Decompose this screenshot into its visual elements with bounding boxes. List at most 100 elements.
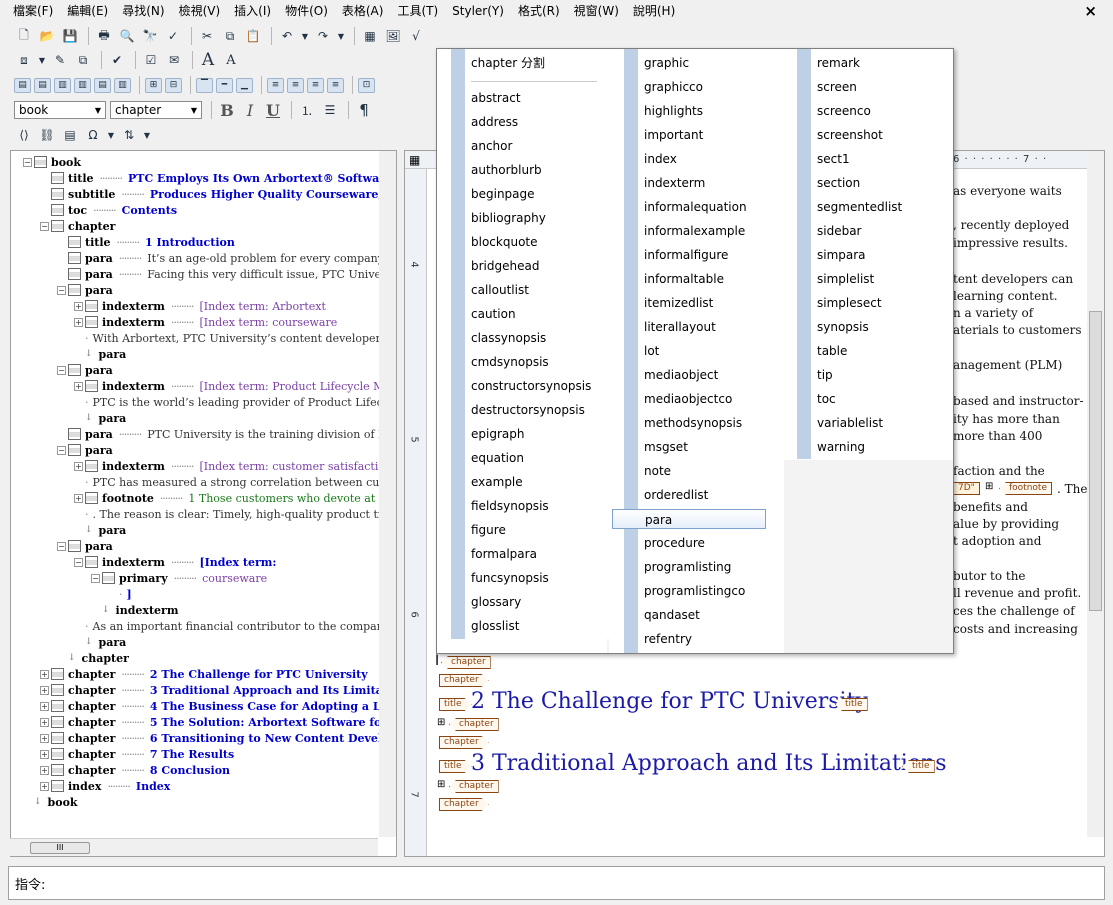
tree-row[interactable]: + indexterm ········· [Index term: Arbortex… bbox=[74, 298, 326, 314]
scroll-thumb[interactable]: III bbox=[30, 842, 90, 854]
expand-toggle-icon[interactable]: + bbox=[40, 781, 49, 791]
popup-item[interactable]: remark bbox=[817, 53, 860, 73]
menu-item[interactable]: 插入(I) bbox=[227, 1, 278, 21]
editor-vertical-scrollbar[interactable] bbox=[1087, 151, 1104, 837]
popup-item[interactable]: simpara bbox=[817, 245, 866, 265]
align-center-icon[interactable]: ≡ bbox=[287, 77, 304, 93]
table-delete-row-icon[interactable]: ▤ bbox=[94, 77, 111, 93]
popup-item[interactable]: highlights bbox=[644, 101, 703, 121]
tree-row[interactable]: ↓ para bbox=[74, 522, 132, 538]
popup-item[interactable]: abstract bbox=[471, 88, 521, 108]
check-icon[interactable]: ☑ bbox=[141, 50, 161, 70]
popup-item[interactable]: informalexample bbox=[644, 221, 745, 241]
paste-icon[interactable]: 📋 bbox=[243, 26, 263, 46]
table-insert-row-below-icon[interactable]: ▤ bbox=[34, 77, 51, 93]
valign-middle-icon[interactable]: ━ bbox=[216, 77, 233, 93]
popup-item[interactable]: formalpara bbox=[471, 544, 537, 564]
tree-row[interactable]: − chapter bbox=[40, 218, 121, 234]
scroll-thumb[interactable] bbox=[1089, 311, 1102, 611]
popup-item[interactable]: address bbox=[471, 112, 518, 132]
popup-item[interactable]: refentry bbox=[644, 629, 692, 649]
tree-row[interactable]: + chapter ········· 6 Transitioning to New … bbox=[40, 730, 396, 746]
popup-item[interactable]: cmdsynopsis bbox=[471, 352, 549, 372]
pilcrow-button[interactable]: ¶ bbox=[354, 100, 374, 120]
tree-row[interactable]: + indexterm ········· [Index term: customer… bbox=[74, 458, 392, 474]
cut-icon[interactable]: ✂ bbox=[197, 26, 217, 46]
font-smaller-icon[interactable]: A bbox=[221, 50, 241, 70]
popup-item[interactable]: methodsynopsis bbox=[644, 413, 742, 433]
font-bigger-icon[interactable]: A bbox=[198, 50, 218, 70]
collapse-toggle-icon[interactable]: − bbox=[23, 157, 32, 167]
expand-toggle-icon[interactable]: + bbox=[74, 317, 83, 327]
save-icon[interactable]: 💾 bbox=[60, 26, 80, 46]
popup-item[interactable]: warning bbox=[817, 437, 865, 457]
expand-toggle-icon[interactable]: ⊞ bbox=[437, 717, 445, 728]
undo-icon[interactable]: ↶ bbox=[277, 26, 297, 46]
tree-row[interactable]: − indexterm ········· [Index term: bbox=[74, 554, 276, 570]
tree-row[interactable]: ↓ indexterm bbox=[91, 602, 185, 618]
new-document-icon[interactable]: 🗋 bbox=[14, 26, 34, 46]
markup-dropdown-icon[interactable]: ▼ bbox=[37, 50, 47, 70]
tree-row[interactable]: − para bbox=[57, 362, 119, 378]
tree-row[interactable]: ↓ book bbox=[23, 794, 84, 810]
popup-item[interactable]: example bbox=[471, 472, 523, 492]
table-icon[interactable]: ▦ bbox=[360, 26, 380, 46]
popup-item[interactable]: note bbox=[644, 461, 671, 481]
numbered-list-icon[interactable]: ⒈ bbox=[297, 100, 317, 120]
popup-item[interactable]: authorblurb bbox=[471, 160, 542, 180]
popup-item[interactable]: lot bbox=[644, 341, 659, 361]
special-char-dropdown-icon[interactable]: ▼ bbox=[106, 125, 116, 145]
menu-item[interactable]: 說明(H) bbox=[626, 1, 682, 21]
popup-item[interactable]: msgset bbox=[644, 437, 688, 457]
menu-item[interactable]: 表格(A) bbox=[335, 1, 391, 21]
popup-item[interactable]: blockquote bbox=[471, 232, 538, 252]
tree-row[interactable]: + chapter ········· 8 Conclusion bbox=[40, 762, 230, 778]
table-delete-col-icon[interactable]: ▥ bbox=[114, 77, 131, 93]
align-left-icon[interactable]: ≡ bbox=[267, 77, 284, 93]
popup-item[interactable]: beginpage bbox=[471, 184, 535, 204]
popup-item[interactable]: informalfigure bbox=[644, 245, 728, 265]
popup-item[interactable]: graphicco bbox=[644, 77, 703, 97]
popup-item[interactable]: screen bbox=[817, 77, 857, 97]
tree-row[interactable]: ↓ para bbox=[74, 634, 132, 650]
menu-item[interactable]: 檢視(V) bbox=[172, 1, 228, 21]
popup-item[interactable]: programlistingco bbox=[644, 581, 745, 601]
tree-row[interactable]: ·. The reason is clear: Timely, high-qua… bbox=[74, 506, 396, 522]
tree-row[interactable]: − para bbox=[57, 282, 119, 298]
popup-item[interactable]: table bbox=[817, 341, 847, 361]
expand-toggle-icon[interactable]: + bbox=[40, 749, 49, 759]
popup-item[interactable]: screenshot bbox=[817, 125, 883, 145]
tree-row[interactable]: ·] bbox=[108, 586, 132, 602]
popup-item[interactable]: orderedlist bbox=[644, 485, 708, 505]
popup-item[interactable]: para bbox=[612, 509, 766, 529]
expand-toggle-icon[interactable]: + bbox=[40, 701, 49, 711]
popup-item[interactable]: sect1 bbox=[817, 149, 850, 169]
bold-button[interactable]: B bbox=[217, 100, 237, 120]
popup-item[interactable]: procedure bbox=[644, 533, 705, 553]
entity-icon[interactable]: ▤ bbox=[60, 125, 80, 145]
print-icon[interactable]: 🖶 bbox=[94, 26, 114, 46]
collapse-toggle-icon[interactable]: − bbox=[57, 365, 66, 375]
tree-row[interactable]: toc ········· Contents bbox=[40, 202, 177, 218]
xref-icon[interactable]: ⟨⟩ bbox=[14, 125, 34, 145]
popup-item[interactable]: mediaobjectco bbox=[644, 389, 732, 409]
tree-row[interactable]: + footnote ········· 1 Those customers who … bbox=[74, 490, 396, 506]
bulleted-list-icon[interactable]: ☰ bbox=[320, 100, 340, 120]
tree-row[interactable]: title ········· 1 Introduction bbox=[57, 234, 235, 250]
tree-row[interactable]: − book bbox=[23, 154, 87, 170]
table-insert-col-right-icon[interactable]: ▥ bbox=[74, 77, 91, 93]
menu-item[interactable]: 格式(R) bbox=[511, 1, 567, 21]
popup-item[interactable]: informalequation bbox=[644, 197, 747, 217]
tree-row[interactable]: + chapter ········· 7 The Results bbox=[40, 746, 234, 762]
menu-item[interactable]: 尋找(N) bbox=[115, 1, 171, 21]
open-folder-icon[interactable]: 📂 bbox=[37, 26, 57, 46]
expand-toggle-icon[interactable]: + bbox=[40, 717, 49, 727]
tree-row[interactable]: subtitle ········· Produces Higher Quality… bbox=[40, 186, 396, 202]
popup-item[interactable]: graphic bbox=[644, 53, 689, 73]
validate-icon[interactable]: ✔ bbox=[107, 50, 127, 70]
tree-vertical-scrollbar[interactable] bbox=[379, 151, 396, 837]
tree-row[interactable]: ↓ chapter bbox=[57, 650, 135, 666]
element-combo[interactable]: book ▼ bbox=[14, 101, 106, 119]
popup-item[interactable]: screenco bbox=[817, 101, 871, 121]
tree-row[interactable]: + chapter ········· 2 The Challenge for PTC… bbox=[40, 666, 368, 682]
